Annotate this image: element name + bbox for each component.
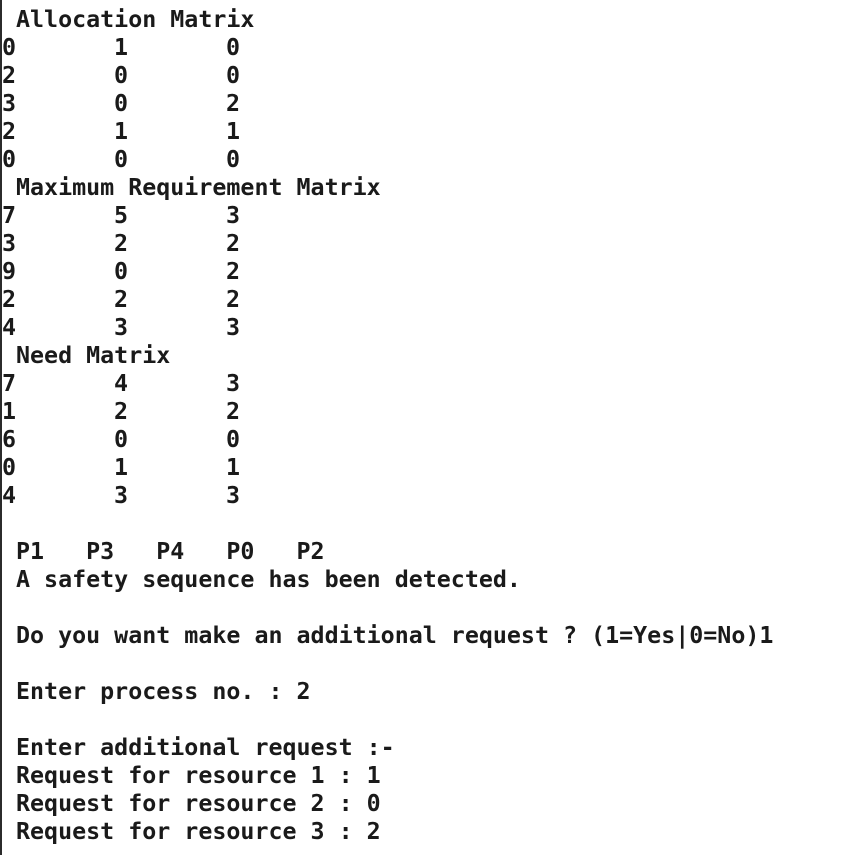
need-row: 6 0 0: [2, 426, 860, 454]
allocation-row: 3 0 2: [2, 90, 860, 118]
need-row: 4 3 3: [2, 482, 860, 510]
matrix-cell: 2: [2, 286, 17, 313]
matrix-cell: 1: [114, 118, 129, 145]
allocation-row: 0 0 0: [2, 146, 860, 174]
need-row: 1 2 2: [2, 398, 860, 426]
matrix-cell: 3: [2, 90, 17, 117]
matrix-cell: 4: [114, 370, 129, 397]
matrix-cell: 0: [114, 426, 129, 453]
matrix-cell: 6: [2, 426, 17, 453]
matrix-cell: 2: [114, 286, 129, 313]
need-row: 7 4 3: [2, 370, 860, 398]
matrix-cell: 1: [114, 454, 129, 481]
matrix-cell: 0: [2, 454, 17, 481]
resource-request-line: Request for resource 3 : 2: [16, 818, 381, 845]
matrix-cell: 3: [226, 370, 241, 397]
matrix-cell: 1: [114, 34, 129, 61]
matrix-cell: 0: [114, 62, 129, 89]
matrix-cell: 3: [2, 230, 17, 257]
matrix-cell: 3: [114, 314, 129, 341]
matrix-cell: 7: [2, 202, 17, 229]
matrix-cell: 2: [2, 62, 17, 89]
need-matrix: 743 122 600 011 433: [2, 370, 860, 510]
matrix-cell: 0: [226, 146, 241, 173]
matrix-cell: 0: [114, 90, 129, 117]
matrix-cell: 0: [114, 146, 129, 173]
need-row: 0 1 1: [2, 454, 860, 482]
resource-request-line: Request for resource 2 : 0: [16, 790, 381, 817]
maximum-row: 2 2 2: [2, 286, 860, 314]
matrix-cell: 5: [114, 202, 129, 229]
matrix-cell: 2: [114, 230, 129, 257]
matrix-cell: 2: [226, 90, 241, 117]
matrix-cell: 0: [2, 146, 17, 173]
allocation-row: 2 1 1: [2, 118, 860, 146]
allocation-row: 2 0 0: [2, 62, 860, 90]
matrix-cell: 2: [226, 286, 241, 313]
maximum-row: 3 2 2: [2, 230, 860, 258]
safe-sequence: P1 P3 P4 P0 P2: [16, 538, 325, 565]
matrix-cell: 1: [226, 454, 241, 481]
matrix-cell: 3: [226, 482, 241, 509]
allocation-matrix-title: Allocation Matrix: [16, 6, 255, 33]
matrix-cell: 0: [2, 34, 17, 61]
matrix-cell: 0: [226, 62, 241, 89]
terminal-output: Allocation Matrix 010 200 302 211 000 Ma…: [2, 6, 860, 846]
matrix-cell: 0: [226, 34, 241, 61]
request-header: Enter additional request :-: [16, 734, 395, 761]
resource-request-line: Request for resource 1 : 1: [16, 762, 381, 789]
matrix-cell: 4: [2, 314, 17, 341]
matrix-cell: 4: [2, 482, 17, 509]
process-number-prompt: Enter process no. : 2: [16, 678, 311, 705]
matrix-cell: 1: [2, 398, 17, 425]
allocation-matrix: 010 200 302 211 000: [2, 34, 860, 174]
matrix-cell: 3: [114, 482, 129, 509]
maximum-matrix: 753 322 902 222 433: [2, 202, 860, 342]
matrix-cell: 1: [226, 118, 241, 145]
matrix-cell: 7: [2, 370, 17, 397]
allocation-row: 0 1 0: [2, 34, 860, 62]
maximum-matrix-title: Maximum Requirement Matrix: [16, 174, 381, 201]
matrix-cell: 2: [114, 398, 129, 425]
matrix-cell: 2: [2, 118, 17, 145]
maximum-row: 9 0 2: [2, 258, 860, 286]
matrix-cell: 2: [226, 230, 241, 257]
matrix-cell: 3: [226, 314, 241, 341]
matrix-cell: 0: [226, 426, 241, 453]
matrix-cell: 2: [226, 258, 241, 285]
matrix-cell: 3: [226, 202, 241, 229]
additional-request-prompt: Do you want make an additional request ?…: [16, 622, 774, 649]
need-matrix-title: Need Matrix: [16, 342, 171, 369]
safety-message: A safety sequence has been detected.: [16, 566, 521, 593]
matrix-cell: 0: [114, 258, 129, 285]
matrix-cell: 2: [226, 398, 241, 425]
maximum-row: 7 5 3: [2, 202, 860, 230]
maximum-row: 4 3 3: [2, 314, 860, 342]
matrix-cell: 9: [2, 258, 17, 285]
